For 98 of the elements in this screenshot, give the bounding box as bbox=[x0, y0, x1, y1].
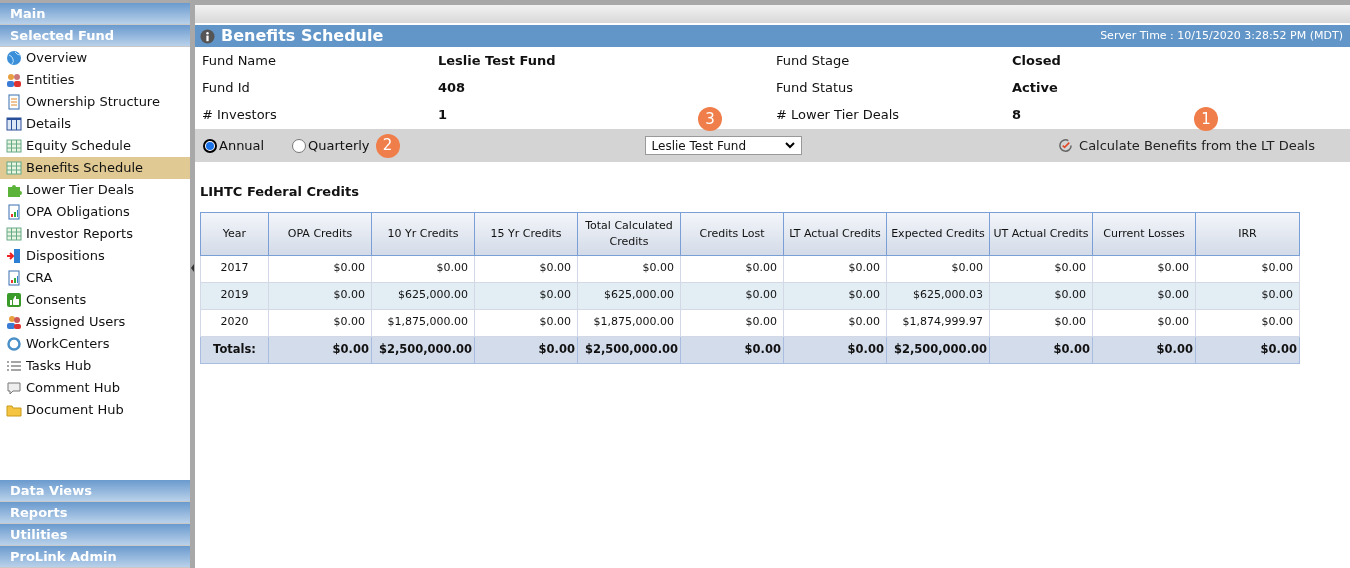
field-value: Active bbox=[1012, 78, 1058, 97]
table-cell: $0.00 bbox=[989, 255, 1093, 282]
column-header[interactable]: Current Losses bbox=[1092, 212, 1196, 255]
field-label: Fund Stage bbox=[776, 51, 850, 70]
speech-bubble-icon bbox=[6, 380, 22, 396]
report-chart-icon bbox=[6, 270, 22, 286]
table-cell: Totals: bbox=[200, 336, 269, 363]
table-cell: $0.00 bbox=[371, 255, 475, 282]
info-icon bbox=[200, 28, 215, 44]
table-cell: $0.00 bbox=[680, 282, 784, 309]
table-cell: $0.00 bbox=[989, 282, 1093, 309]
table-cell: $0.00 bbox=[268, 282, 372, 309]
table-cell: $0.00 bbox=[989, 336, 1093, 363]
ring-icon bbox=[6, 336, 22, 352]
spreadsheet-icon bbox=[6, 138, 22, 154]
table-cell: $0.00 bbox=[783, 336, 887, 363]
list-icon bbox=[6, 358, 22, 374]
people-icon bbox=[6, 72, 22, 88]
folder-icon bbox=[6, 402, 22, 418]
door-arrow-icon bbox=[6, 248, 22, 264]
table-cell: $0.00 bbox=[1092, 282, 1196, 309]
table-cell: $625,000.00 bbox=[577, 282, 681, 309]
table-cell: $0.00 bbox=[680, 336, 784, 363]
table-cell: $0.00 bbox=[268, 309, 372, 336]
field-value: Leslie Test Fund bbox=[438, 51, 556, 70]
fund-dropdown[interactable]: Leslie Test Fund bbox=[644, 136, 802, 155]
table-cell: $0.00 bbox=[577, 255, 681, 282]
table-cell: $0.00 bbox=[1195, 336, 1300, 363]
sidebar-item[interactable]: Benefits Schedule bbox=[0, 157, 190, 179]
field-value: 1 bbox=[438, 105, 448, 124]
table-cell: $0.00 bbox=[474, 282, 578, 309]
table-cell: 2019 bbox=[200, 282, 269, 309]
server-time: Server Time : 10/15/2020 3:28:52 PM (MDT) bbox=[1100, 27, 1344, 44]
callout-badge: 3 bbox=[698, 107, 722, 131]
report-chart-icon bbox=[6, 204, 22, 220]
column-header[interactable]: UT Actual Credits bbox=[989, 212, 1093, 255]
users-icon bbox=[6, 314, 22, 330]
check-circle-icon bbox=[1058, 138, 1074, 153]
column-header[interactable]: LT Actual Credits bbox=[783, 212, 887, 255]
column-header[interactable]: Year bbox=[200, 212, 269, 255]
field-label: Fund Name bbox=[202, 51, 276, 70]
column-header[interactable]: Expected Credits bbox=[886, 212, 990, 255]
page-title: Benefits Schedule bbox=[221, 25, 384, 47]
table-cell: $0.00 bbox=[1092, 309, 1196, 336]
radio-option[interactable]: Quarterly bbox=[292, 135, 370, 156]
table-cell: $625,000.03 bbox=[886, 282, 990, 309]
field-label: Fund Id bbox=[202, 78, 250, 97]
column-header[interactable]: OPA Credits bbox=[268, 212, 372, 255]
document-icon bbox=[6, 94, 22, 110]
column-header[interactable]: IRR bbox=[1195, 212, 1300, 255]
table-cell: $0.00 bbox=[474, 309, 578, 336]
table-cell: $2,500,000.00 bbox=[371, 336, 475, 363]
table-cell: $0.00 bbox=[680, 255, 784, 282]
radio-option[interactable]: Annual bbox=[203, 135, 292, 156]
table-cell: 2017 bbox=[200, 255, 269, 282]
spreadsheet-icon bbox=[6, 160, 22, 176]
thumbs-up-icon bbox=[6, 292, 22, 308]
chevron-down-icon bbox=[784, 142, 795, 149]
table-cell: $0.00 bbox=[783, 282, 887, 309]
section-title: LIHTC Federal Credits bbox=[199, 183, 360, 201]
field-label: # Investors bbox=[202, 105, 277, 124]
table-cell: $0.00 bbox=[989, 309, 1093, 336]
puzzle-icon bbox=[6, 182, 22, 198]
table-cell: $0.00 bbox=[886, 255, 990, 282]
table-cell: 2020 bbox=[200, 309, 269, 336]
calculate-button[interactable]: Calculate Benefits from the LT Deals bbox=[1058, 135, 1315, 156]
table-cell: $1,875,000.00 bbox=[577, 309, 681, 336]
table-cell: $0.00 bbox=[1195, 282, 1300, 309]
table-cell: $0.00 bbox=[474, 336, 578, 363]
table-cell: $0.00 bbox=[783, 309, 887, 336]
columns-icon bbox=[6, 116, 22, 132]
table-cell: $0.00 bbox=[1092, 255, 1196, 282]
table-cell: $0.00 bbox=[1092, 336, 1196, 363]
table-cell: $2,500,000.00 bbox=[577, 336, 681, 363]
table-cell: $0.00 bbox=[1195, 255, 1300, 282]
column-header[interactable]: Total Calculated Credits bbox=[577, 212, 681, 255]
table-cell: $0.00 bbox=[268, 255, 372, 282]
table-cell: $2,500,000.00 bbox=[886, 336, 990, 363]
field-label: # Lower Tier Deals bbox=[776, 105, 900, 124]
field-value: 408 bbox=[438, 78, 466, 97]
table-cell: $0.00 bbox=[268, 336, 372, 363]
column-header[interactable]: Credits Lost bbox=[680, 212, 784, 255]
table-cell: $0.00 bbox=[783, 255, 887, 282]
field-label: Fund Status bbox=[776, 78, 854, 97]
globe-icon bbox=[6, 50, 22, 66]
table-cell: $1,875,000.00 bbox=[371, 309, 475, 336]
callout-badge: 2 bbox=[375, 133, 400, 158]
field-value: 8 bbox=[1012, 105, 1022, 124]
table-cell: $625,000.00 bbox=[371, 282, 475, 309]
column-header[interactable]: 15 Yr Credits bbox=[474, 212, 578, 255]
field-value: Closed bbox=[1012, 51, 1061, 70]
table-cell: $1,874,999.97 bbox=[886, 309, 990, 336]
column-header[interactable]: 10 Yr Credits bbox=[371, 212, 475, 255]
callout-badge: 1 bbox=[1194, 107, 1218, 131]
table-cell: $0.00 bbox=[474, 255, 578, 282]
spreadsheet-icon bbox=[6, 226, 22, 242]
table-cell: $0.00 bbox=[680, 309, 784, 336]
table-cell: $0.00 bbox=[1195, 309, 1300, 336]
